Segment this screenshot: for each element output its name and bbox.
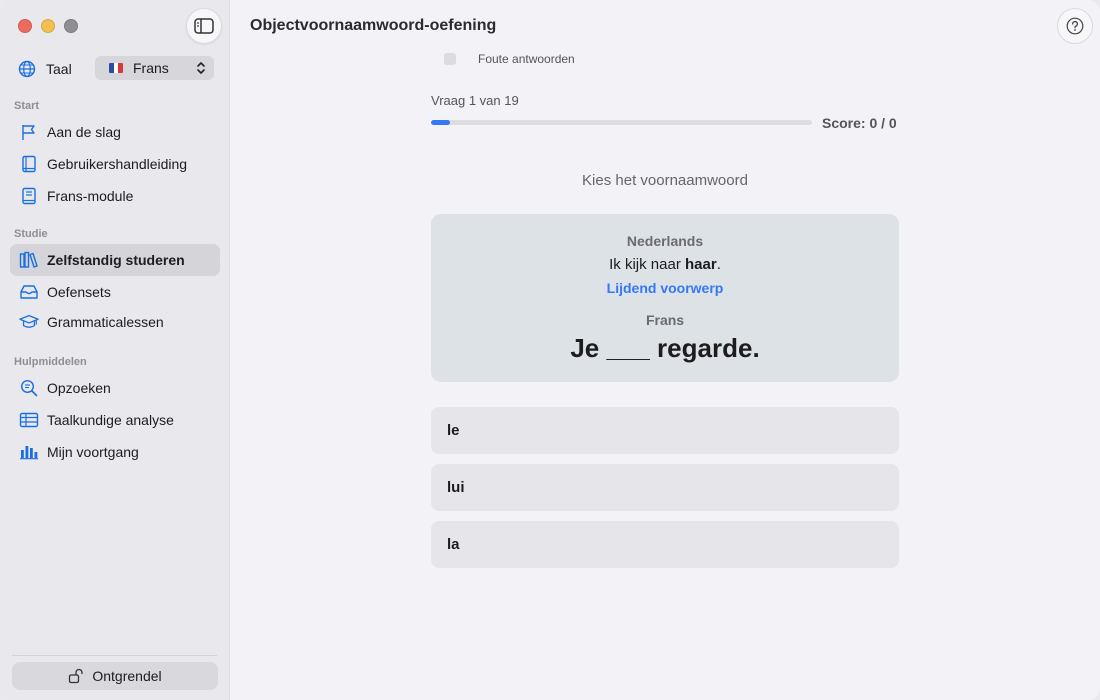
sidebar-item-my-progress[interactable]: Mijn voortgang — [10, 436, 220, 468]
progress-bar-fill — [431, 120, 451, 125]
book-icon — [19, 154, 39, 174]
module-book-icon — [19, 186, 39, 206]
french-flag-icon — [109, 63, 123, 73]
sidebar-item-user-guide[interactable]: Gebruikershandleiding — [10, 148, 220, 180]
chevron-up-down-icon — [197, 62, 205, 74]
minimize-window-button[interactable] — [41, 19, 55, 33]
target-sentence: Je ___ regarde. — [570, 333, 760, 363]
question-prompt: Kies het voornaamwoord — [582, 172, 748, 189]
flag-icon — [19, 122, 39, 142]
flag-stripe-red — [118, 63, 123, 73]
sidebar-item-getting-started[interactable]: Aan de slag — [10, 116, 220, 148]
wrong-answers-label: Foute antwoorden — [478, 52, 575, 66]
sidebar: Taal Frans Start Aan de slag Gebruikersh… — [0, 0, 230, 700]
sidebar-item-label: Opzoeken — [47, 380, 111, 396]
close-window-button[interactable] — [18, 19, 32, 33]
graduation-cap-icon — [19, 312, 39, 332]
globe-icon — [18, 60, 36, 78]
unlock-button-label: Ontgrendel — [92, 668, 162, 684]
table-icon — [19, 410, 39, 430]
answer-option-label: le — [447, 422, 460, 439]
page-title: Objectvoornaamwoord-oefening — [250, 17, 497, 34]
source-sentence-start: Ik kijk naar — [609, 256, 685, 273]
sidebar-item-label: Zelfstandig studeren — [47, 252, 185, 268]
section-title-study: Studie — [14, 228, 48, 240]
sidebar-item-exercise-sets[interactable]: Oefensets — [10, 276, 220, 308]
tray-icon — [19, 282, 39, 302]
sidebar-icon — [194, 18, 214, 34]
bar-chart-icon — [19, 442, 39, 462]
source-sentence-pronoun: haar — [685, 256, 717, 273]
sidebar-item-label: Mijn voortgang — [47, 444, 139, 460]
sidebar-item-label: Gebruikershandleiding — [47, 156, 188, 172]
sidebar-item-label: Frans-module — [47, 188, 134, 204]
source-language-label: Nederlands — [626, 233, 704, 249]
question-card: Nederlands Ik kijk naar haar. Lijdend vo… — [431, 214, 899, 382]
language-row: Taal Frans — [18, 56, 214, 82]
answer-option[interactable]: la — [431, 521, 899, 568]
sidebar-item-grammar-lessons[interactable]: Grammaticalessen — [10, 306, 220, 338]
answer-option-label: la — [447, 536, 460, 553]
sidebar-item-french-module[interactable]: Frans-module — [10, 180, 220, 212]
help-button[interactable] — [1057, 8, 1093, 44]
sidebar-item-self-study[interactable]: Zelfstandig studeren — [10, 244, 220, 276]
question-counter: Vraag 1 van 19 — [431, 93, 519, 108]
library-icon — [19, 250, 39, 270]
sidebar-item-label: Oefensets — [47, 284, 111, 300]
main-content: Objectvoornaamwoord-oefening Foute antwo… — [230, 0, 1100, 700]
sidebar-divider — [12, 655, 217, 656]
wrong-answers-toggle[interactable]: Foute antwoorden — [444, 52, 575, 66]
wrong-answers-checkbox[interactable] — [444, 53, 456, 65]
unlock-icon — [68, 668, 84, 684]
app-window: Taal Frans Start Aan de slag Gebruikersh… — [0, 0, 1100, 700]
answer-option[interactable]: le — [431, 407, 899, 454]
target-language-label: Frans — [645, 312, 685, 328]
progress-bar — [431, 120, 812, 125]
score-label: Score: 0 / 0 — [822, 115, 897, 131]
sidebar-item-linguistic-analysis[interactable]: Taalkundige analyse — [10, 404, 220, 436]
sidebar-item-label: Aan de slag — [47, 124, 121, 140]
unlock-button[interactable]: Ontgrendel — [12, 662, 218, 690]
question-mark-icon — [1066, 17, 1084, 35]
zoom-window-button[interactable] — [64, 19, 78, 33]
source-sentence-end: . — [716, 256, 721, 273]
sidebar-item-label: Grammaticalessen — [47, 314, 164, 330]
answer-option-label: lui — [447, 479, 465, 496]
language-label: Taal — [46, 61, 72, 77]
section-title-tools: Hulpmiddelen — [14, 356, 87, 368]
text-magnify-icon — [19, 378, 39, 398]
section-title-start: Start — [14, 100, 40, 112]
language-select[interactable]: Frans — [95, 56, 214, 80]
answer-option[interactable]: lui — [431, 464, 899, 511]
sidebar-toggle-button[interactable] — [186, 8, 222, 44]
language-select-value: Frans — [133, 60, 169, 76]
sidebar-item-label: Taalkundige analyse — [47, 412, 174, 428]
sidebar-item-lookup[interactable]: Opzoeken — [10, 372, 220, 404]
window-controls — [18, 19, 78, 33]
grammatical-role-label: Lijdend voorwerp — [606, 280, 724, 296]
source-sentence: Ik kijk naar haar. — [431, 256, 899, 273]
